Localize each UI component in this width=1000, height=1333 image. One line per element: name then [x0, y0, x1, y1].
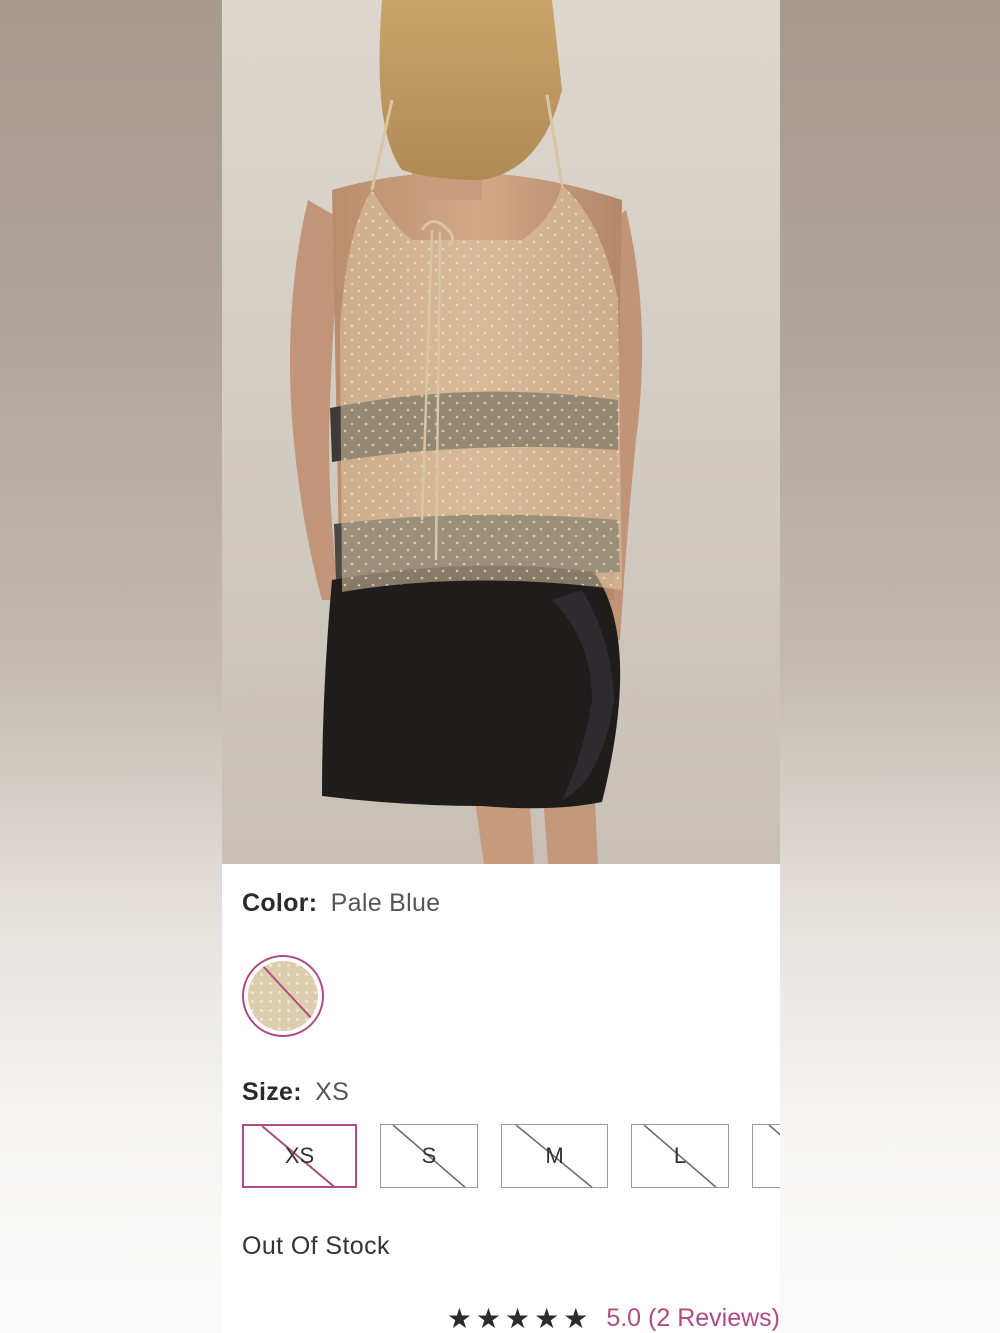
size-option-label: L: [673, 1143, 687, 1168]
diagonal-strike-icon: [768, 1125, 780, 1136]
blurred-backdrop-right: [780, 0, 1000, 1333]
size-option-label: M: [545, 1143, 564, 1168]
color-swatch-pale-blue[interactable]: [242, 955, 324, 1037]
diagonal-strike-icon: [259, 962, 315, 1022]
size-option-l[interactable]: L: [631, 1124, 729, 1188]
blurred-backdrop-left: [0, 0, 222, 1333]
product-detail-panel: Color: Pale Blue Size: XS XS S M L Out O…: [222, 0, 780, 1333]
swatch-fabric: [248, 961, 318, 1031]
color-label: Color:: [242, 889, 318, 917]
product-photo-illustration: [222, 0, 780, 864]
product-photo: [222, 0, 780, 864]
size-option-s[interactable]: S: [380, 1124, 478, 1188]
color-selector-label: Color: Pale Blue: [242, 889, 440, 918]
color-value: Pale Blue: [330, 889, 441, 917]
size-label: Size:: [242, 1078, 302, 1106]
size-selector-label: Size: XS: [242, 1078, 349, 1107]
size-options: XS S M L: [242, 1124, 780, 1188]
stock-status: Out Of Stock: [242, 1232, 390, 1260]
rating-reviews-link[interactable]: 5.0 (2 Reviews): [606, 1304, 780, 1333]
size-option-m[interactable]: M: [501, 1124, 608, 1188]
size-option-label: XS: [284, 1143, 315, 1168]
size-option-label: S: [421, 1143, 437, 1168]
product-rating[interactable]: ★★★★★ 5.0 (2 Reviews): [447, 1302, 780, 1333]
size-option-xs[interactable]: XS: [242, 1124, 357, 1188]
star-icon: ★★★★★: [446, 1302, 593, 1333]
size-value: XS: [315, 1078, 350, 1106]
size-option-xl-partial[interactable]: [752, 1124, 780, 1188]
